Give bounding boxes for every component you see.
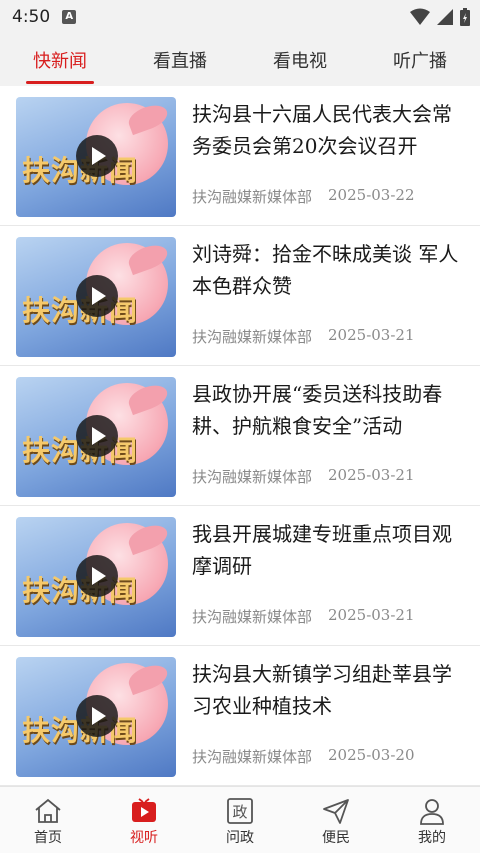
news-item[interactable]: 扶沟新闻 我县开展城建专班重点项目观摩调研 扶沟融媒新媒体部 2025-03-2… [0,506,480,646]
news-source: 扶沟融媒新媒体部 [192,328,313,346]
news-list[interactable]: 扶沟新闻 扶沟县十六届人民代表大会常务委员会第20次会议召开 扶沟融媒新媒体部 … [0,86,480,786]
tab-quick-news[interactable]: 快新闻 [0,34,120,86]
news-title[interactable]: 我县开展城建专班重点项目观摩调研 [192,518,462,582]
wifi-icon [410,8,430,25]
tab-tv[interactable]: 看电视 [240,34,360,86]
play-icon[interactable] [76,135,118,177]
tab-radio[interactable]: 听广播 [360,34,480,86]
battery-icon [460,8,470,26]
news-meta: 扶沟融媒新媒体部 2025-03-21 [192,326,415,347]
play-icon[interactable] [76,415,118,457]
play-icon[interactable] [76,555,118,597]
play-icon[interactable] [76,275,118,317]
zheng-icon-char: 政 [232,803,247,821]
news-date: 2025-03-21 [328,326,415,344]
nav-label: 我的 [418,830,446,846]
bottom-nav: 首页 视听 政 问政 便民 我的 [0,786,480,853]
news-thumbnail[interactable]: 扶沟新闻 [16,657,176,777]
news-item[interactable]: 扶沟新闻 扶沟县大新镇学习组赴莘县学习农业种植技术 扶沟融媒新媒体部 2025-… [0,646,480,786]
tab-live[interactable]: 看直播 [120,34,240,86]
news-meta: 扶沟融媒新媒体部 2025-03-21 [192,606,415,627]
notification-icon: A [62,10,77,24]
news-title[interactable]: 扶沟县十六届人民代表大会常务委员会第20次会议召开 [192,98,462,162]
tab-label: 听广播 [393,51,447,72]
nav-inquiry[interactable]: 政 问政 [192,787,288,853]
news-source: 扶沟融媒新媒体部 [192,468,313,486]
news-title[interactable]: 扶沟县大新镇学习组赴莘县学习农业种植技术 [192,658,462,722]
news-thumbnail[interactable]: 扶沟新闻 [16,377,176,497]
news-date: 2025-03-21 [328,466,415,484]
nav-home[interactable]: 首页 [0,787,96,853]
status-time: 4:50 [12,7,51,27]
status-icons [410,8,470,26]
news-item[interactable]: 扶沟新闻 县政协开展“委员送科技助春耕、护航粮食安全”活动 扶沟融媒新媒体部 2… [0,366,480,506]
user-icon [416,796,448,826]
send-icon [320,796,352,826]
news-item[interactable]: 扶沟新闻 扶沟县十六届人民代表大会常务委员会第20次会议召开 扶沟融媒新媒体部 … [0,86,480,226]
nav-video[interactable]: 视听 [96,787,192,853]
tab-label: 看电视 [273,51,327,72]
top-tabs: 快新闻 看直播 看电视 听广播 [0,34,480,86]
news-meta: 扶沟融媒新媒体部 2025-03-21 [192,466,415,487]
nav-label: 问政 [226,830,254,846]
tab-label: 快新闻 [33,51,87,72]
active-tab-indicator [26,81,94,84]
nav-label: 首页 [34,830,62,846]
news-date: 2025-03-22 [328,186,415,204]
video-play-icon [128,796,160,826]
news-item[interactable]: 扶沟新闻 刘诗舜：拾金不昧成美谈 军人本色群众赞 扶沟融媒新媒体部 2025-0… [0,226,480,366]
news-thumbnail[interactable]: 扶沟新闻 [16,517,176,637]
status-bar: 4:50 A [0,0,480,34]
nav-service[interactable]: 便民 [288,787,384,853]
news-date: 2025-03-21 [328,606,415,624]
nav-label: 便民 [322,830,350,846]
news-meta: 扶沟融媒新媒体部 2025-03-20 [192,746,415,767]
home-icon [32,796,64,826]
tab-label: 看直播 [153,51,207,72]
nav-label: 视听 [130,830,158,846]
news-date: 2025-03-20 [328,746,415,764]
news-thumbnail[interactable]: 扶沟新闻 [16,97,176,217]
news-title[interactable]: 县政协开展“委员送科技助春耕、护航粮食安全”活动 [192,378,462,442]
signal-icon [437,9,453,25]
news-source: 扶沟融媒新媒体部 [192,188,313,206]
news-meta: 扶沟融媒新媒体部 2025-03-22 [192,186,415,207]
nav-profile[interactable]: 我的 [384,787,480,853]
news-source: 扶沟融媒新媒体部 [192,608,313,626]
news-title[interactable]: 刘诗舜：拾金不昧成美谈 军人本色群众赞 [192,238,462,302]
news-thumbnail[interactable]: 扶沟新闻 [16,237,176,357]
zheng-icon: 政 [224,796,256,826]
news-source: 扶沟融媒新媒体部 [192,748,313,766]
play-icon[interactable] [76,695,118,737]
